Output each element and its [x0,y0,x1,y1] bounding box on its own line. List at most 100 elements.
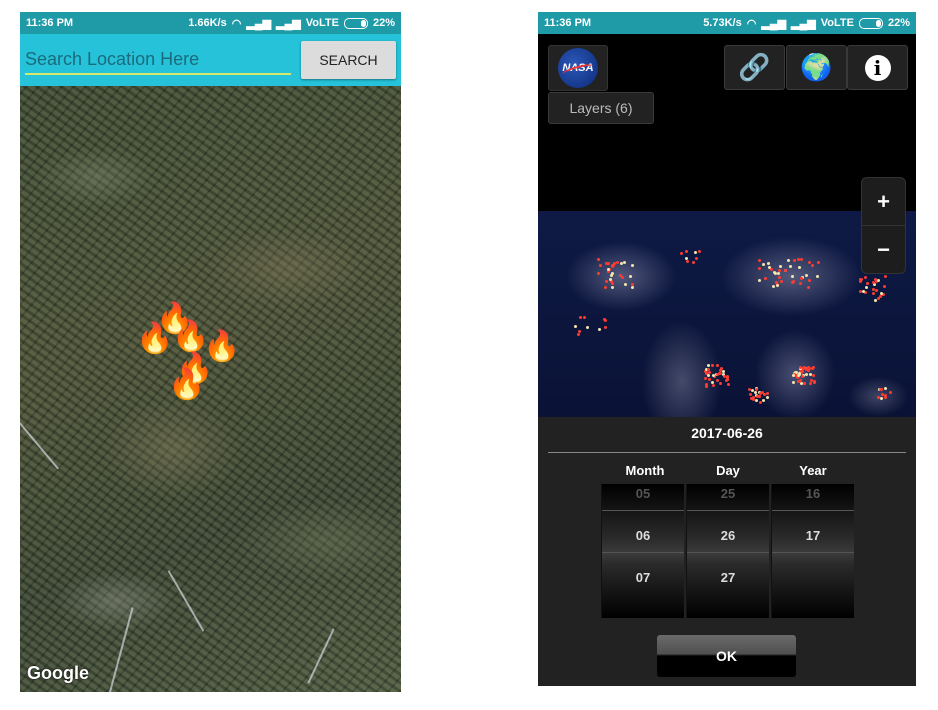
day-wheel[interactable]: 25 26 27 [686,484,769,618]
fire-dot [711,383,715,387]
fire-dot [783,268,787,272]
link-button[interactable]: 🔗 [724,45,785,90]
zoom-out-button[interactable]: − [862,226,905,273]
date-picker-dialog: 2017-06-26 Month Day Year 05 06 07 25 26… [538,417,916,686]
info-button[interactable]: i [847,45,908,90]
satellite-map[interactable]: 🔥 🔥 🔥 🔥 🔥 🔥 Google [20,86,401,692]
battery-icon [858,17,883,29]
fire-dot [799,277,803,281]
fire-dot [686,259,689,263]
fire-dot [879,388,883,392]
fire-dot [758,258,762,262]
month-next: 07 [635,570,651,585]
fire-dot [755,399,759,402]
fire-dot [574,325,578,329]
fire-dot [603,325,607,329]
earth-night-map[interactable] [538,211,916,429]
fire-dot [707,374,711,378]
fire-dot [725,376,729,379]
divider [548,452,906,453]
fire-dot [791,280,794,284]
wheel-line [602,510,684,511]
fire-dot [884,395,888,399]
fire-dot [810,367,814,371]
fire-dot [801,375,805,379]
fire-dot [780,280,784,284]
status-bar: 11:36 PM 1.66K/s ◠ ▂▄▆ ▂▄▆ VoLTE 22% [20,12,401,34]
layers-button[interactable]: Layers (6) [548,92,654,124]
fire-dot [787,258,791,262]
fire-dot [884,274,888,278]
month-header: Month [625,463,665,478]
fire-dot [877,278,881,282]
fire-dot [610,273,614,277]
fire-dot [807,278,811,282]
search-button[interactable]: SEARCH [301,41,396,79]
month-prev: 05 [635,486,651,501]
river [307,628,335,684]
fire-dot [778,275,782,279]
day-next: 27 [720,570,736,585]
fire-dot [809,382,813,386]
fire-dot [693,251,697,255]
fire-dot [619,273,623,277]
fire-dot [807,285,811,289]
network-speed: 5.73K/s [703,17,742,29]
fire-dot [777,268,781,272]
info-icon: i [864,54,891,81]
fire-dot [864,276,868,280]
fire-dot [577,329,581,333]
fire-dot [860,277,864,281]
fire-icon[interactable]: 🔥 [168,370,205,400]
signal-icon-2: ▂▄▆ [276,17,301,30]
fire-dot [770,267,773,271]
fire-dot [791,380,795,384]
fire-dot [816,261,820,265]
fire-dot [884,387,888,391]
fire-dot [800,369,804,373]
fire-dot [798,366,802,370]
river [20,422,60,470]
signal-icon: ▂▄▆ [761,17,787,30]
fire-dot [747,387,751,391]
fire-dot [865,285,869,289]
river [167,570,205,632]
fire-dot [611,282,615,286]
network-speed: 1.66K/s [188,17,227,29]
fire-dot [579,316,583,320]
fire-dot [685,249,689,253]
fire-dot [711,363,715,367]
fire-dot [631,286,635,290]
fire-dot [757,394,761,398]
fire-dot [586,325,589,329]
zoom-control: + − [861,177,906,274]
day-current: 26 [720,528,736,543]
month-wheel[interactable]: 05 06 07 [601,484,684,618]
river [108,607,134,692]
fire-dot [604,280,608,284]
fire-dot [777,272,780,276]
year-wheel[interactable]: 16 17 [771,484,854,618]
network-label: VoLTE [305,17,339,29]
fire-dot [679,252,683,256]
fire-dot [797,266,801,270]
globe-button[interactable]: 🌍 [786,45,847,90]
fire-dot [883,284,887,288]
fire-dot [721,370,725,374]
fire-dot [767,262,771,266]
fire-dot [715,378,719,382]
fire-dot [576,333,580,337]
nasa-logo: NASA [558,48,598,88]
zoom-in-button[interactable]: + [862,178,905,226]
search-input[interactable] [25,45,291,75]
fire-dot [788,264,792,268]
fire-dot [725,379,729,383]
wheel-line [772,510,854,511]
ok-button[interactable]: OK [657,635,796,677]
fire-dot [797,379,801,383]
fire-dot [630,264,634,268]
fire-dot [766,392,770,396]
fire-dot [727,382,731,386]
fire-dot [628,274,632,278]
nasa-logo-button[interactable]: NASA [548,45,608,91]
